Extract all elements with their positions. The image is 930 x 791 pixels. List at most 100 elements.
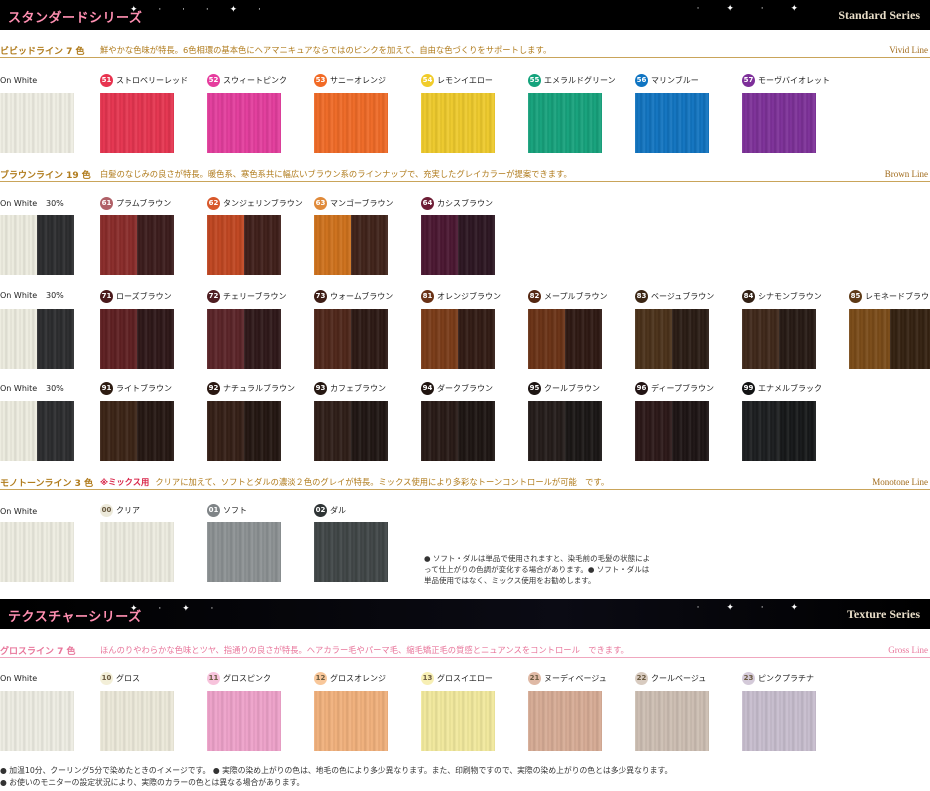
color-name: クールベージュ bbox=[651, 673, 707, 683]
hair-swatch bbox=[635, 93, 709, 153]
monotone-base-swatch bbox=[0, 522, 74, 582]
on-white-label: On White bbox=[0, 384, 38, 393]
color-name: ピンクプラチナ bbox=[758, 673, 814, 683]
hair-swatch-30pct bbox=[458, 215, 495, 275]
hair-swatch-30pct bbox=[779, 309, 816, 369]
monotone-line-header: モノトーンライン 3 色 ※ミックス用 クリアに加えて、ソフトとダルの濃淡２色のグ… bbox=[0, 476, 930, 492]
divider bbox=[0, 489, 930, 490]
color-name: マンゴーブラウン bbox=[330, 198, 394, 208]
hair-swatch bbox=[207, 522, 281, 582]
hair-swatch-30pct bbox=[458, 401, 495, 461]
color-name: ストロベリーレッド bbox=[116, 75, 188, 85]
hair-swatch bbox=[742, 401, 779, 461]
brown-white-swatch bbox=[0, 401, 37, 461]
color-name: ベージュブラウン bbox=[651, 291, 715, 301]
color-label: 11 グロスピンク bbox=[207, 671, 271, 685]
monotone-desc-text: クリアに加えて、ソフトとダルの濃淡２色のグレイが特長。ミックス使用により多彩なト… bbox=[155, 477, 610, 487]
color-number-badge: 51 bbox=[100, 73, 113, 87]
color-number-badge: 23 bbox=[742, 671, 755, 685]
color-number-badge: 62 bbox=[207, 196, 220, 210]
hair-swatch bbox=[314, 522, 388, 582]
on-white-label: On White bbox=[0, 507, 38, 516]
hair-swatch bbox=[421, 309, 458, 369]
hair-swatch-30pct bbox=[351, 401, 388, 461]
color-label: 91 ライトブラウン bbox=[100, 381, 172, 395]
hair-swatch bbox=[314, 215, 351, 275]
color-number-badge: 02 bbox=[314, 503, 327, 517]
footer-note-2: ● お使いのモニターの設定状況により、実際のカラーの色とは異なる場合があります。 bbox=[0, 778, 305, 787]
color-label: 93 カフェブラウン bbox=[314, 381, 386, 395]
color-label: 62 タンジェリンブラウン bbox=[207, 196, 303, 210]
color-number-badge: 01 bbox=[207, 503, 220, 517]
hair-swatch bbox=[849, 309, 890, 369]
texture-series-en-title: Texture Series bbox=[847, 607, 920, 621]
color-number-badge: 57 bbox=[742, 73, 755, 87]
color-label: 52 スウィートピンク bbox=[207, 73, 287, 87]
hair-swatch-30pct bbox=[890, 309, 930, 369]
color-label: 10 グロス bbox=[100, 671, 140, 685]
color-label: 12 グロスオレンジ bbox=[314, 671, 386, 685]
standard-series-banner: スタンダードシリーズ ✦ · · · ✦ · · ✦ · ✦ Standard … bbox=[0, 0, 930, 30]
color-name: カシスブラウン bbox=[437, 198, 493, 208]
color-number-badge: 93 bbox=[314, 381, 327, 395]
hair-swatch bbox=[100, 522, 174, 582]
footer-note-1: ● 加温10分、クーリング5分で染めたときのイメージです。 ● 実際の染め上がり… bbox=[0, 766, 673, 775]
color-number-badge: 22 bbox=[635, 671, 648, 685]
stars-decoration-right: · ✦ · ✦ bbox=[696, 4, 810, 14]
color-name: レモネードブラウン bbox=[865, 291, 930, 301]
hair-swatch-30pct bbox=[779, 401, 816, 461]
hair-swatch bbox=[421, 691, 495, 751]
color-label: 84 シナモンブラウン bbox=[742, 289, 822, 303]
hair-swatch bbox=[635, 691, 709, 751]
color-name: クリア bbox=[116, 505, 140, 515]
color-name: グロスイエロー bbox=[437, 673, 493, 683]
hair-swatch bbox=[207, 691, 281, 751]
color-number-badge: 99 bbox=[742, 381, 755, 395]
color-name: グロスピンク bbox=[223, 673, 271, 683]
hair-swatch bbox=[100, 93, 174, 153]
hair-swatch bbox=[421, 215, 458, 275]
color-number-badge: 92 bbox=[207, 381, 220, 395]
hair-swatch bbox=[314, 691, 388, 751]
color-label: 57 モーヴバイオレット bbox=[742, 73, 830, 87]
divider bbox=[0, 181, 930, 182]
hair-swatch-30pct bbox=[137, 309, 174, 369]
color-name: チェリーブラウン bbox=[223, 291, 287, 301]
on-white-label: On White bbox=[0, 674, 38, 683]
color-number-badge: 81 bbox=[421, 289, 434, 303]
color-name: タンジェリンブラウン bbox=[223, 198, 303, 208]
hair-swatch bbox=[742, 691, 816, 751]
color-label: 23 ピンクプラチナ bbox=[742, 671, 814, 685]
color-number-badge: 21 bbox=[528, 671, 541, 685]
hair-swatch bbox=[742, 309, 779, 369]
percent-label: 30% bbox=[46, 291, 64, 300]
color-number-badge: 12 bbox=[314, 671, 327, 685]
color-number-badge: 85 bbox=[849, 289, 862, 303]
color-label: 63 マンゴーブラウン bbox=[314, 196, 394, 210]
color-name: サニーオレンジ bbox=[330, 75, 386, 85]
hair-swatch bbox=[207, 309, 244, 369]
color-label: 21 ヌーディベージュ bbox=[528, 671, 607, 685]
color-label: 64 カシスブラウン bbox=[421, 196, 493, 210]
brown-gray-swatch bbox=[37, 401, 74, 461]
color-number-badge: 72 bbox=[207, 289, 220, 303]
color-name: ローズブラウン bbox=[116, 291, 172, 301]
color-label: 99 エナメルブラック bbox=[742, 381, 822, 395]
hair-swatch bbox=[207, 215, 244, 275]
color-number-badge: 73 bbox=[314, 289, 327, 303]
hair-swatch-30pct bbox=[244, 309, 281, 369]
color-number-badge: 53 bbox=[314, 73, 327, 87]
color-label: 83 ベージュブラウン bbox=[635, 289, 714, 303]
hair-swatch-30pct bbox=[351, 215, 388, 275]
color-number-badge: 52 bbox=[207, 73, 220, 87]
color-number-badge: 56 bbox=[635, 73, 648, 87]
hair-swatch bbox=[100, 309, 137, 369]
color-number-badge: 10 bbox=[100, 671, 113, 685]
color-name: エナメルブラック bbox=[758, 383, 822, 393]
texture-series-banner: テクスチャーシリーズ ✦ · ✦ · · ✦ · ✦ Texture Serie… bbox=[0, 599, 930, 629]
hair-swatch-30pct bbox=[351, 309, 388, 369]
color-number-badge: 64 bbox=[421, 196, 434, 210]
color-number-badge: 94 bbox=[421, 381, 434, 395]
vivid-line-title: ビビッドライン 7 色 bbox=[0, 47, 85, 57]
hair-swatch-30pct bbox=[458, 309, 495, 369]
